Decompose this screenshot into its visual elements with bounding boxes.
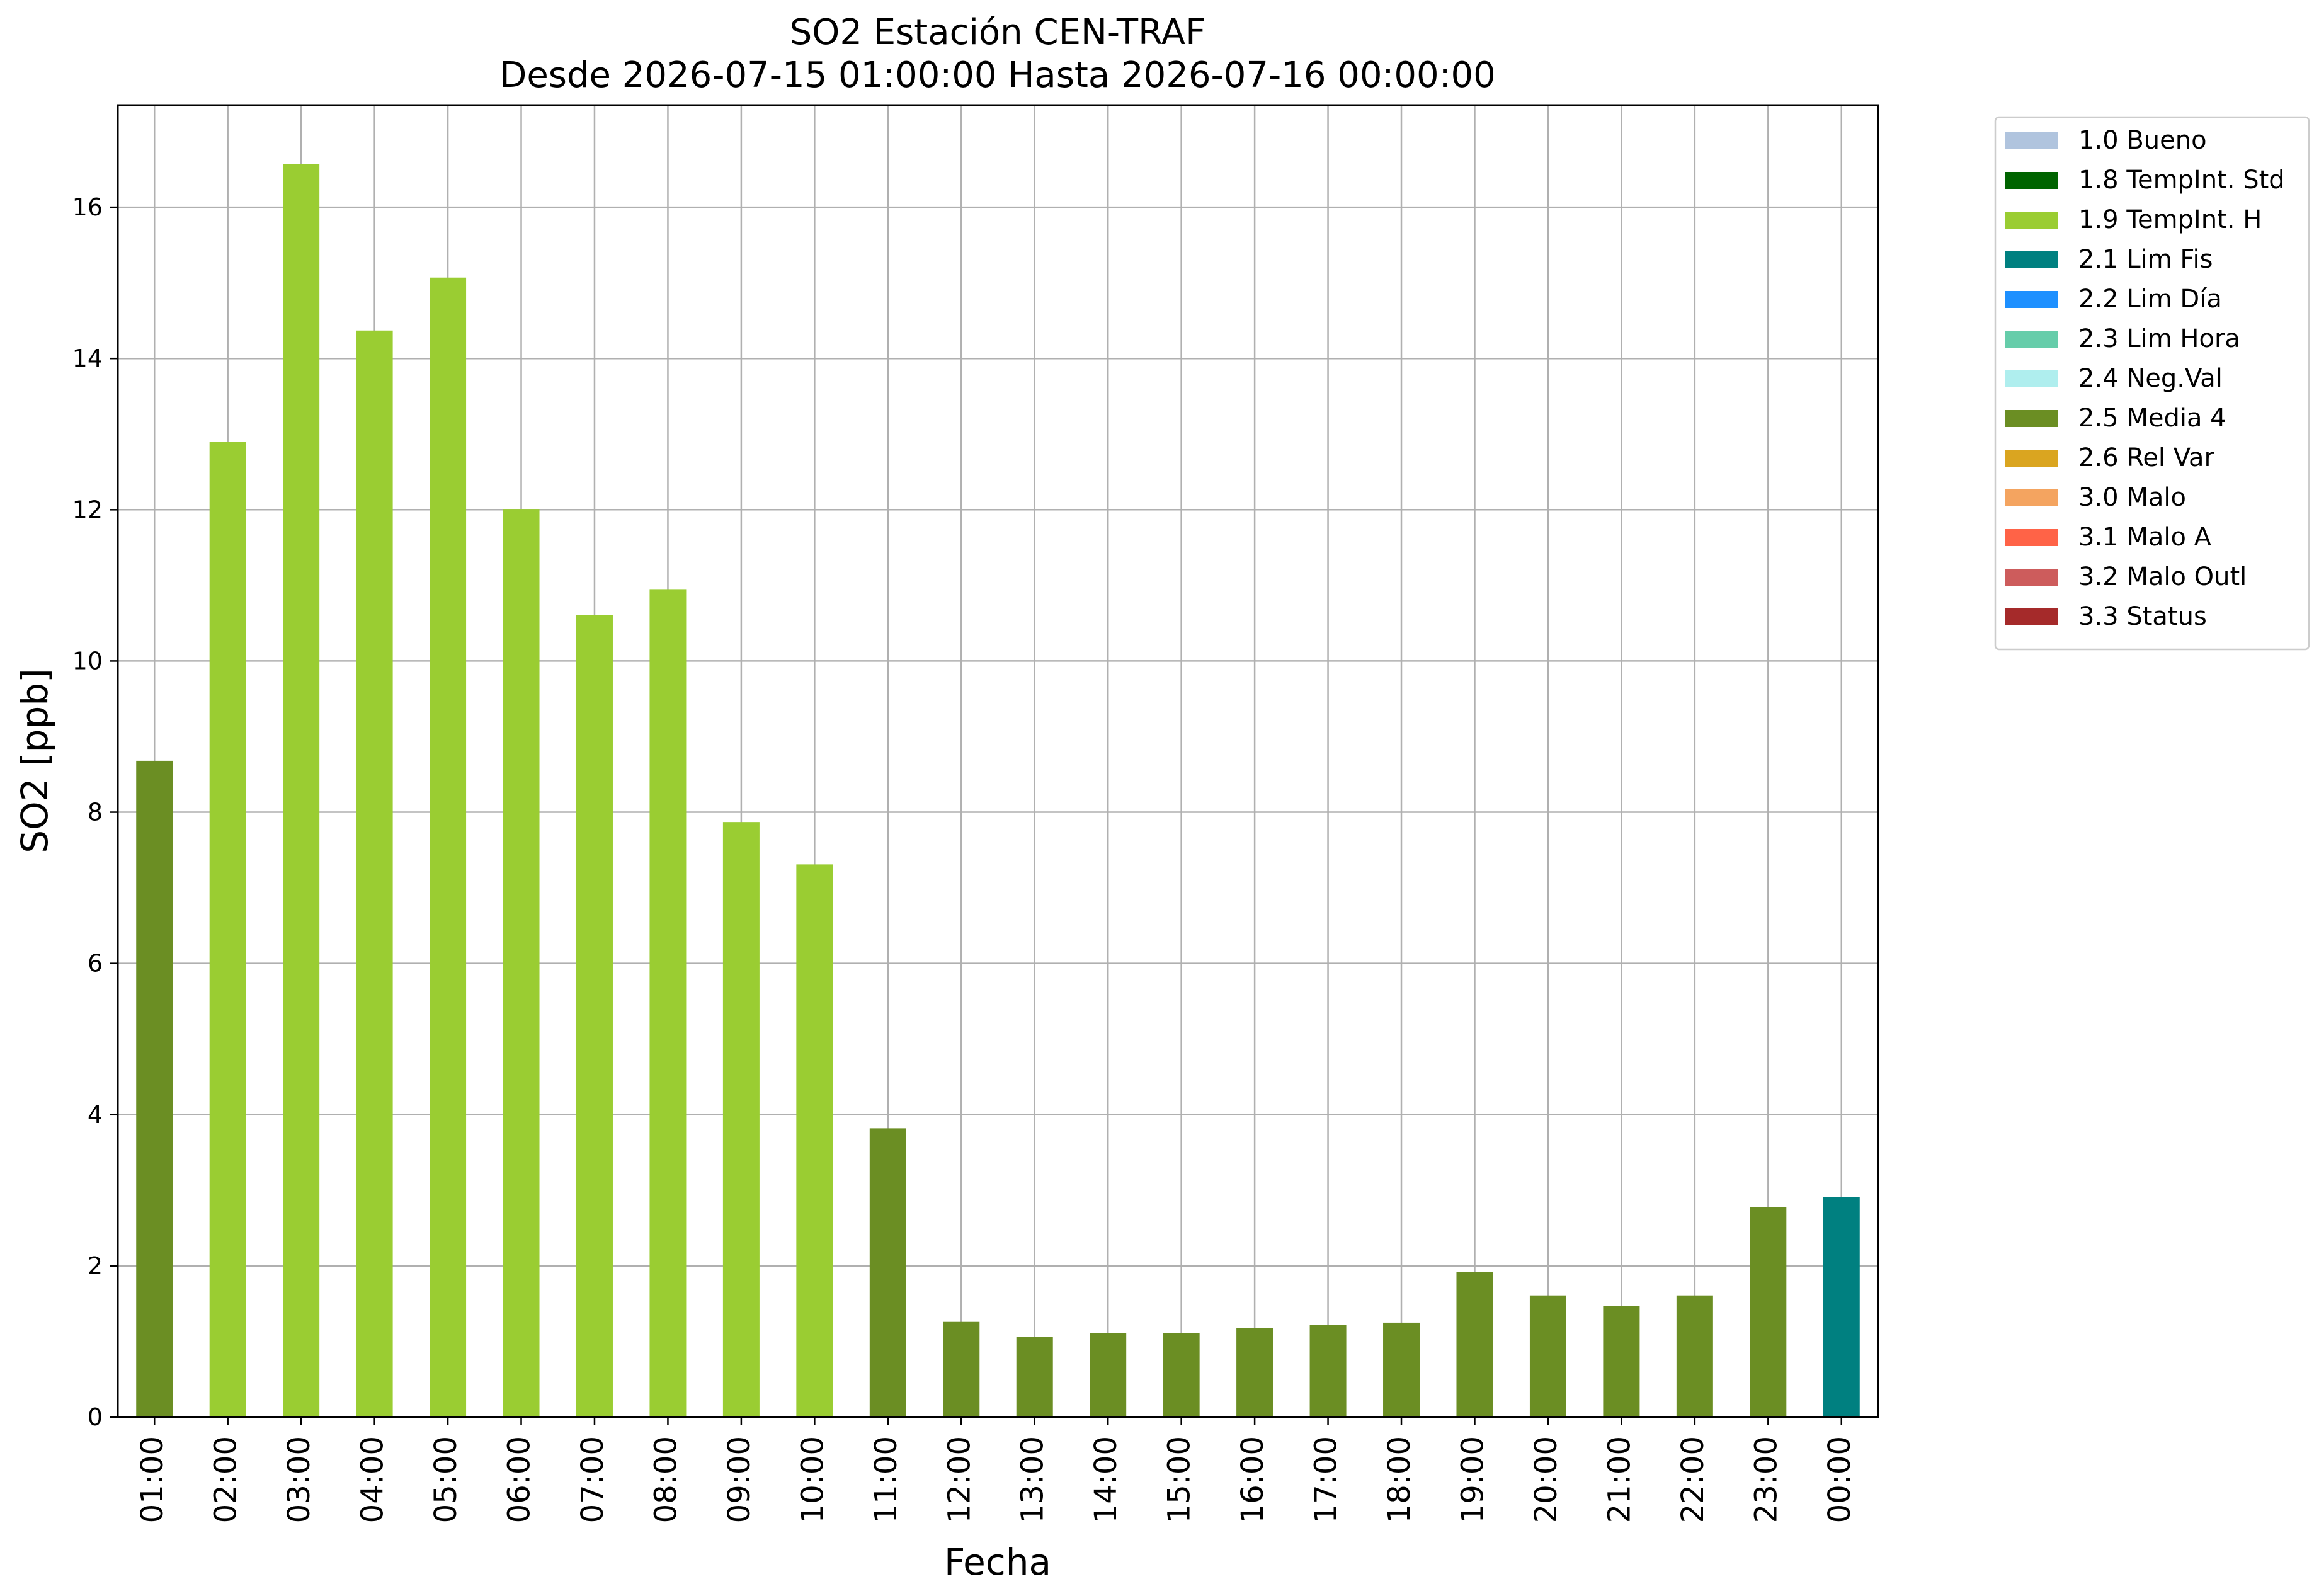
bar-0500 <box>430 277 467 1417</box>
y-tick-label: 0 <box>88 1403 103 1431</box>
bar-1300 <box>1016 1337 1053 1417</box>
legend-swatch <box>2005 291 2058 308</box>
x-tick-label: 12:00 <box>942 1436 977 1523</box>
x-tick-label: 19:00 <box>1455 1436 1490 1523</box>
legend-label: 2.5 Media 4 <box>2078 404 2226 433</box>
bar-0300 <box>283 164 320 1417</box>
legend-swatch <box>2005 251 2058 268</box>
legend-swatch <box>2005 370 2058 387</box>
bars <box>136 164 1860 1417</box>
x-tick-label: 08:00 <box>648 1436 683 1523</box>
x-axis-label: Fecha <box>944 1541 1051 1583</box>
x-tick-label: 11:00 <box>869 1436 904 1523</box>
chart-title: SO2 Estación CEN-TRAF <box>790 12 1206 53</box>
legend-label: 1.8 TempInt. Std <box>2078 166 2285 195</box>
legend-label: 2.4 Neg.Val <box>2078 364 2223 393</box>
x-axis: 01:00 02:00 03:00 04:00 05:00 06:00 07:00 08:00… <box>135 1417 1857 1523</box>
bar-1700 <box>1309 1325 1347 1417</box>
legend-swatch <box>2005 132 2058 149</box>
bar-2300 <box>1750 1207 1787 1417</box>
bar-0400 <box>356 330 393 1417</box>
x-tick-label: 06:00 <box>502 1436 537 1523</box>
x-tick-label: 09:00 <box>722 1436 757 1523</box>
bar-0600 <box>503 509 540 1417</box>
bar-1500 <box>1163 1333 1200 1417</box>
legend-label: 2.3 Lim Hora <box>2078 324 2240 353</box>
legend-swatch <box>2005 410 2058 427</box>
x-tick-label: 10:00 <box>795 1436 830 1523</box>
bar-0900 <box>722 822 760 1417</box>
legend-swatch <box>2005 172 2058 189</box>
legend-label: 2.1 Lim Fis <box>2078 245 2213 274</box>
y-tick-label: 6 <box>88 950 103 978</box>
legend-label: 3.0 Malo <box>2078 483 2186 512</box>
x-tick-label: 13:00 <box>1015 1436 1051 1523</box>
x-tick-label: 18:00 <box>1382 1436 1417 1523</box>
x-tick-label: 20:00 <box>1529 1436 1564 1523</box>
bar-1600 <box>1236 1328 1273 1417</box>
y-tick-label: 10 <box>72 647 103 675</box>
x-tick-label: 02:00 <box>208 1436 244 1523</box>
y-axis: 0 2 4 6 8 10 12 14 16 <box>72 193 118 1431</box>
legend-swatch <box>2005 529 2058 546</box>
x-tick-label: 22:00 <box>1675 1436 1711 1523</box>
x-tick-label: 04:00 <box>355 1436 390 1523</box>
legend-swatch <box>2005 569 2058 586</box>
legend: 1.0 Bueno 1.8 TempInt. Std 1.9 TempInt. H 2… <box>1994 116 2310 651</box>
so2-bar-chart: SO2 Estación CEN-TRAF Desde 2026-07-15 0… <box>13 12 2310 1583</box>
x-tick-label: 01:00 <box>135 1436 170 1523</box>
legend-swatch <box>2005 212 2058 229</box>
y-tick-label: 12 <box>72 496 103 523</box>
y-tick-label: 14 <box>72 345 103 372</box>
bar-1100 <box>869 1128 906 1417</box>
bar-2000 <box>1529 1295 1566 1417</box>
bar-1400 <box>1090 1333 1127 1417</box>
legend-label: 3.2 Malo Outl <box>2078 562 2247 591</box>
y-tick-label: 4 <box>88 1101 103 1129</box>
x-tick-label: 07:00 <box>575 1436 610 1523</box>
y-axis-label: SO2 [ppb] <box>13 668 56 853</box>
bar-1000 <box>796 864 833 1417</box>
x-tick-label: 15:00 <box>1162 1436 1197 1523</box>
x-tick-label: 14:00 <box>1088 1436 1124 1523</box>
x-tick-label: 16:00 <box>1235 1436 1270 1523</box>
legend-label: 3.3 Status <box>2078 602 2207 631</box>
legend-label: 1.9 TempInt. H <box>2078 205 2262 234</box>
legend-swatch <box>2005 450 2058 467</box>
chart-subtitle: Desde 2026-07-15 01:00:00 Hasta 2026-07-… <box>499 55 1496 96</box>
bar-2200 <box>1676 1295 1713 1417</box>
x-tick-label: 03:00 <box>282 1436 317 1523</box>
legend-label: 1.0 Bueno <box>2078 126 2207 155</box>
y-tick-label: 16 <box>72 193 103 221</box>
x-tick-label: 23:00 <box>1748 1436 1784 1523</box>
bar-1900 <box>1456 1272 1493 1417</box>
bar-0700 <box>576 615 613 1417</box>
legend-swatch <box>2005 331 2058 348</box>
legend-swatch <box>2005 608 2058 625</box>
legend-swatch <box>2005 489 2058 506</box>
bar-2100 <box>1603 1306 1640 1417</box>
bar-1800 <box>1383 1322 1420 1417</box>
x-tick-label: 21:00 <box>1602 1436 1637 1523</box>
legend-label: 2.6 Rel Var <box>2078 443 2215 472</box>
y-tick-label: 2 <box>88 1252 103 1280</box>
bar-0800 <box>649 589 687 1417</box>
bar-1200 <box>943 1321 980 1417</box>
x-tick-label: 05:00 <box>428 1436 464 1523</box>
bar-0100 <box>136 760 173 1417</box>
bar-0200 <box>209 442 246 1417</box>
legend-label: 2.2 Lim Día <box>2078 285 2222 314</box>
x-tick-label: 17:00 <box>1309 1436 1344 1523</box>
y-tick-label: 8 <box>88 799 103 826</box>
legend-label: 3.1 Malo A <box>2078 523 2212 552</box>
x-tick-label: 00:00 <box>1822 1436 1857 1523</box>
bar-0000 <box>1823 1197 1860 1417</box>
